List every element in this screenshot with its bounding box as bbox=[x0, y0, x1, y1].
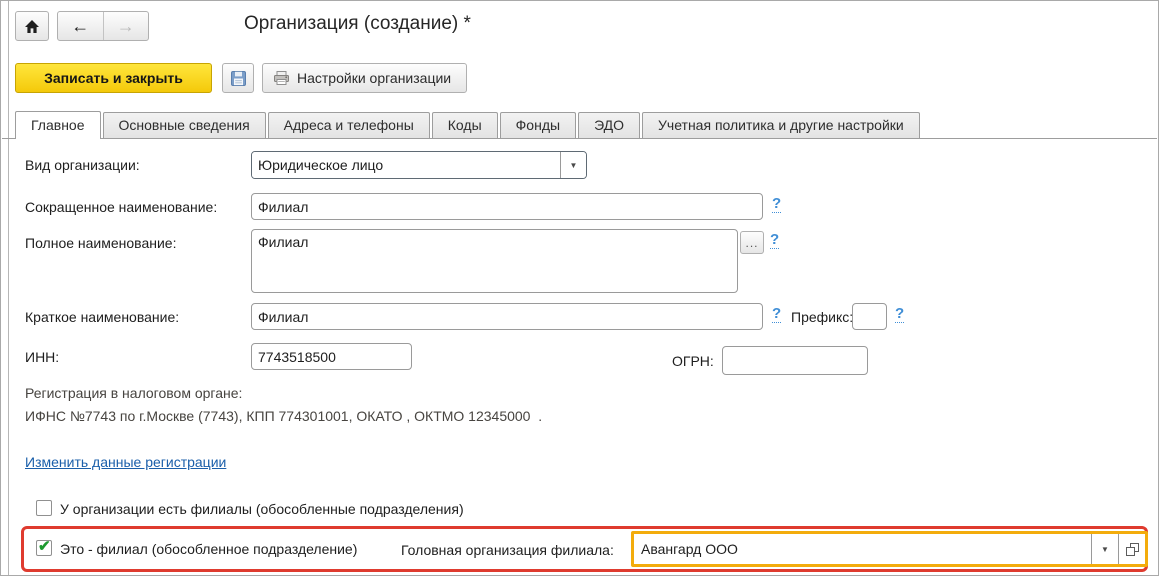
chevron-down-icon: ▼ bbox=[1101, 545, 1109, 554]
is-branch-checkbox[interactable]: ✔ bbox=[36, 540, 52, 556]
head-org-label: Головная организация филиала: bbox=[401, 542, 614, 558]
back-arrow-icon: ← bbox=[71, 16, 89, 37]
tab-fondy[interactable]: Фонды bbox=[500, 112, 576, 138]
head-org-input[interactable] bbox=[634, 534, 1091, 564]
org-type-dropdown-button[interactable]: ▼ bbox=[560, 152, 586, 178]
tab-uchetnaya-politika[interactable]: Учетная политика и другие настройки bbox=[642, 112, 920, 138]
home-button[interactable] bbox=[15, 11, 49, 41]
full-name-label: Полное наименование: bbox=[25, 235, 176, 251]
tab-osnovnye-svedeniya[interactable]: Основные сведения bbox=[103, 112, 266, 138]
prefix-help-link[interactable]: ? bbox=[895, 306, 904, 323]
forward-arrow-icon: → bbox=[117, 16, 135, 37]
full-name-help-link[interactable]: ? bbox=[770, 232, 779, 249]
tab-adresa-i-telefony[interactable]: Адреса и телефоны bbox=[268, 112, 430, 138]
tab-glavnoe[interactable]: Главное bbox=[15, 111, 101, 139]
head-org-combobox: ▼ bbox=[631, 531, 1148, 567]
org-type-label: Вид организации: bbox=[25, 157, 140, 173]
left-divider bbox=[8, 1, 9, 575]
org-settings-label: Настройки организации bbox=[297, 70, 451, 86]
save-button[interactable] bbox=[222, 63, 254, 93]
page-title: Организация (создание) * bbox=[244, 13, 471, 35]
org-settings-button[interactable]: Настройки организации bbox=[262, 63, 467, 93]
open-form-icon bbox=[1125, 542, 1140, 557]
history-nav-group: ← → bbox=[57, 11, 149, 41]
org-type-input[interactable] bbox=[252, 152, 560, 178]
prefix-input[interactable] bbox=[852, 303, 887, 330]
registration-details: ИФНС №7743 по г.Москве (7743), КПП 77430… bbox=[25, 408, 542, 424]
change-registration-link[interactable]: Изменить данные регистрации bbox=[25, 454, 226, 470]
registration-title: Регистрация в налоговом органе: bbox=[25, 385, 242, 401]
printer-icon bbox=[273, 70, 290, 86]
short-name-help-link[interactable]: ? bbox=[772, 196, 781, 213]
forward-button[interactable]: → bbox=[104, 12, 149, 40]
inn-label: ИНН: bbox=[25, 349, 59, 365]
is-branch-check-icon: ✔ bbox=[38, 537, 51, 555]
prefix-label: Префикс: bbox=[791, 309, 853, 325]
has-branches-checkbox[interactable] bbox=[36, 500, 52, 516]
has-branches-label: У организации есть филиалы (обособленные… bbox=[60, 501, 464, 517]
short-name-input[interactable] bbox=[251, 193, 763, 220]
tab-kody[interactable]: Коды bbox=[432, 112, 498, 138]
short-name-label: Сокращенное наименование: bbox=[25, 199, 217, 215]
tab-edo[interactable]: ЭДО bbox=[578, 112, 640, 138]
brief-name-help-link[interactable]: ? bbox=[772, 306, 781, 323]
full-name-textarea[interactable]: Филиал bbox=[251, 229, 738, 293]
organization-create-window: ← → Организация (создание) * Записать и … bbox=[0, 0, 1159, 576]
home-icon bbox=[24, 19, 40, 34]
save-icon bbox=[230, 70, 247, 87]
is-branch-label: Это - филиал (обособленное подразделение… bbox=[60, 541, 357, 557]
brief-name-label: Краткое наименование: bbox=[25, 309, 179, 325]
back-button[interactable]: ← bbox=[58, 12, 104, 40]
head-org-open-button[interactable] bbox=[1118, 534, 1145, 564]
ogrn-input[interactable] bbox=[722, 346, 868, 375]
inn-input[interactable] bbox=[251, 343, 412, 370]
org-type-combobox: ▼ bbox=[251, 151, 587, 179]
head-org-dropdown-button[interactable]: ▼ bbox=[1091, 534, 1118, 564]
brief-name-input[interactable] bbox=[251, 303, 763, 330]
save-and-close-button[interactable]: Записать и закрыть bbox=[15, 63, 212, 93]
ogrn-label: ОГРН: bbox=[672, 353, 714, 369]
tab-bar: Главное Основные сведения Адреса и телеф… bbox=[15, 111, 920, 139]
full-name-more-button[interactable]: ... bbox=[740, 231, 764, 254]
chevron-down-icon: ▼ bbox=[570, 161, 578, 170]
